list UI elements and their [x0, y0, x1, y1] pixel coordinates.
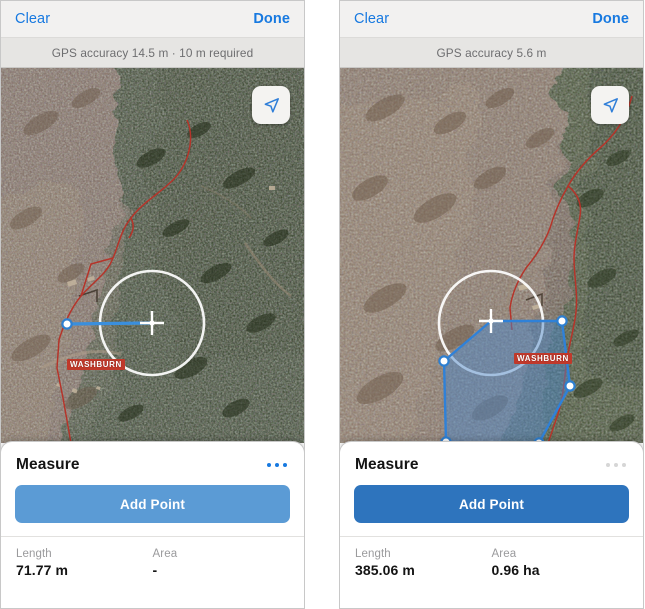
navigation-bar: Clear Done	[1, 1, 304, 38]
stat-length-value: 385.06 m	[355, 562, 415, 578]
measure-screen-right: Clear Done GPS accuracy 5.6 m WASHBURN M…	[339, 0, 644, 609]
done-button[interactable]: Done	[592, 11, 629, 27]
clear-button[interactable]: Clear	[15, 11, 50, 27]
measure-panel-header: Measure	[1, 442, 304, 474]
stat-area: Area -	[153, 548, 290, 578]
add-point-button[interactable]: Add Point	[15, 485, 290, 523]
stat-length-value: 71.77 m	[16, 562, 69, 578]
stat-area-label: Area	[491, 548, 517, 560]
gps-accuracy-status: GPS accuracy 5.6 m	[340, 38, 643, 68]
measure-panel-header: Measure	[340, 442, 643, 474]
panel-title: Measure	[355, 456, 419, 473]
stat-area: Area 0.96 ha	[492, 548, 629, 578]
map-place-label: WASHBURN	[67, 359, 125, 370]
stat-area-value: -	[152, 562, 158, 578]
stat-length: Length 71.77 m	[16, 548, 153, 578]
navigation-bar: Clear Done	[340, 1, 643, 38]
more-options-icon[interactable]	[265, 459, 289, 471]
measurement-stats: Length 385.06 m Area 0.96 ha	[340, 537, 643, 578]
panel-title: Measure	[16, 456, 80, 473]
stat-length-label: Length	[355, 548, 391, 560]
more-options-icon[interactable]	[604, 459, 628, 471]
clear-button[interactable]: Clear	[354, 11, 389, 27]
map-view[interactable]: WASHBURN	[1, 68, 304, 443]
measure-screen-left: Clear Done GPS accuracy 14.5 m · 10 m re…	[0, 0, 305, 609]
done-button[interactable]: Done	[253, 11, 290, 27]
screenshot-stage: Clear Done GPS accuracy 14.5 m · 10 m re…	[0, 0, 645, 609]
navigation-arrow-icon	[264, 97, 279, 113]
gps-accuracy-status: GPS accuracy 14.5 m · 10 m required	[1, 38, 304, 68]
measurement-stats: Length 71.77 m Area -	[1, 537, 304, 578]
map-canvas	[1, 68, 304, 443]
stat-area-label: Area	[152, 548, 178, 560]
my-location-button[interactable]	[591, 86, 629, 124]
map-view[interactable]: WASHBURN	[340, 68, 643, 443]
stat-area-value: 0.96 ha	[491, 562, 540, 578]
map-place-label: WASHBURN	[514, 353, 572, 364]
stat-length-label: Length	[16, 548, 52, 560]
measure-panel: Measure Add Point Length 385.06 m Area 0…	[340, 441, 643, 608]
map-canvas	[340, 68, 643, 443]
stat-length: Length 385.06 m	[355, 548, 492, 578]
measure-panel: Measure Add Point Length 71.77 m Area -	[1, 441, 304, 608]
my-location-button[interactable]	[252, 86, 290, 124]
measure-vertex	[61, 318, 73, 330]
add-point-button[interactable]: Add Point	[354, 485, 629, 523]
navigation-arrow-icon	[603, 97, 618, 113]
measure-line	[66, 321, 153, 326]
